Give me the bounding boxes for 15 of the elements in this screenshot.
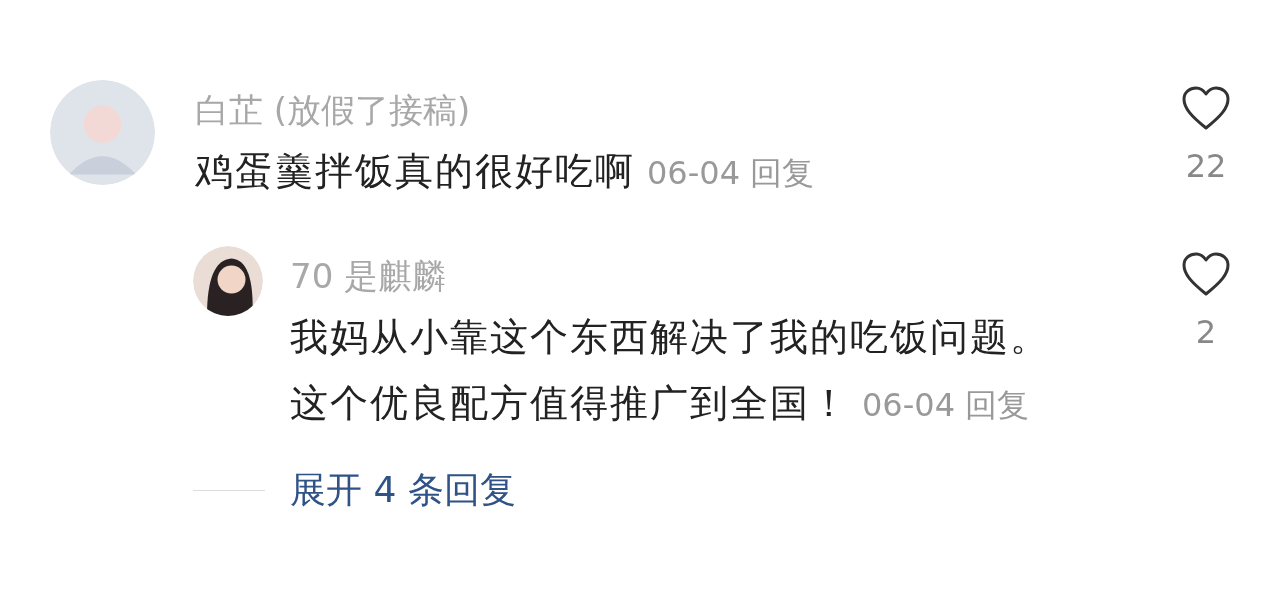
reply-link[interactable]: 回复: [750, 154, 814, 192]
comment-text: 这个优良配方值得推广到全国！: [290, 381, 850, 425]
like-count: 2: [1195, 312, 1217, 353]
reply-link[interactable]: 回复: [965, 386, 1029, 424]
avatar[interactable]: [193, 246, 263, 316]
expand-replies-link[interactable]: 展开 4 条回复: [290, 460, 516, 520]
username[interactable]: 白芷 (放假了接稿): [195, 82, 1180, 138]
comment-text: 鸡蛋羹拌饭真的很好吃啊: [195, 149, 635, 193]
comment-date: 06-04: [862, 386, 955, 424]
like-count: 22: [1185, 146, 1227, 187]
like-icon[interactable]: [1181, 252, 1231, 298]
comment-date: 06-04: [647, 154, 740, 192]
comment-text: 我妈从小靠这个东西解决了我的吃饭问题。: [290, 315, 1050, 359]
username[interactable]: 70 是麒麟: [290, 248, 1180, 304]
like-icon[interactable]: [1181, 86, 1231, 132]
